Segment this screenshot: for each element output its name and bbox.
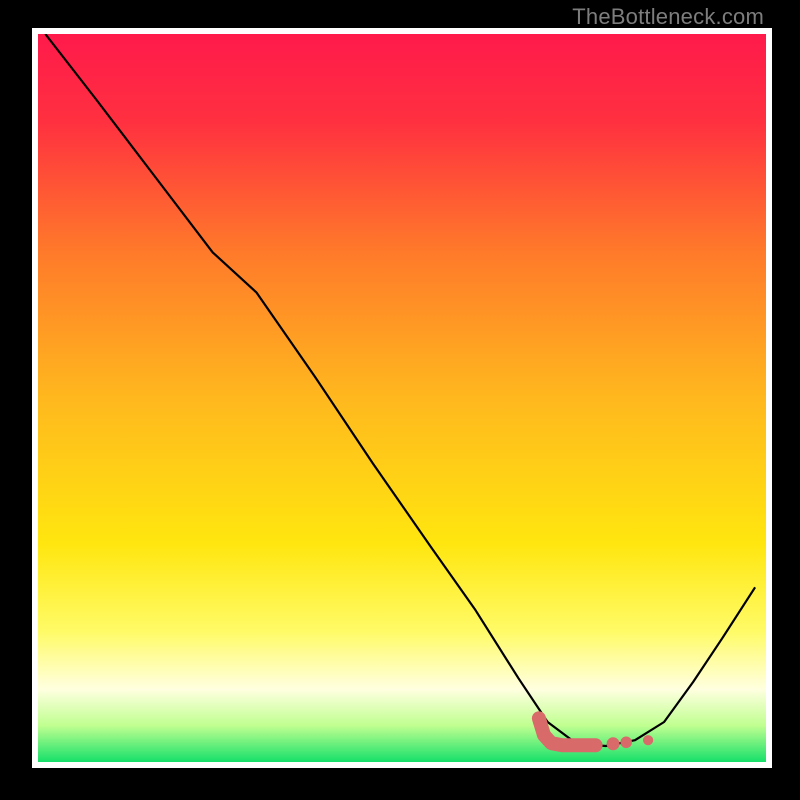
- watermark-text: TheBottleneck.com: [572, 4, 764, 30]
- chart-svg: [38, 34, 766, 762]
- optimum-dot: [643, 735, 653, 745]
- optimum-dot: [607, 737, 620, 750]
- chart-plot-area: [38, 34, 766, 762]
- chart-frame: [32, 28, 772, 768]
- optimum-dot: [620, 737, 632, 749]
